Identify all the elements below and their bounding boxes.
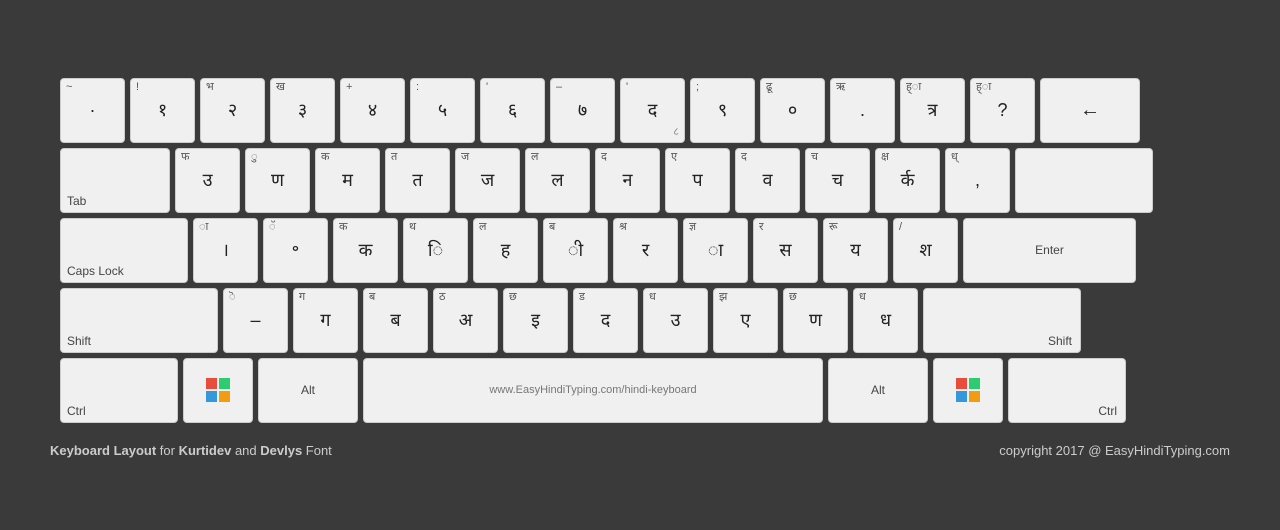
key-tilde[interactable]: ~ · (60, 78, 125, 143)
key-bracket-r[interactable]: क्ष र्क (875, 148, 940, 213)
key-h[interactable]: ब ी (543, 218, 608, 283)
key-0[interactable]: ढू ० (760, 78, 825, 143)
key-j[interactable]: श्र र (613, 218, 678, 283)
key-z[interactable]: ॆ – (223, 288, 288, 353)
key-p[interactable]: च च (805, 148, 870, 213)
key-q[interactable]: फ उ (175, 148, 240, 213)
key-e[interactable]: क म (315, 148, 380, 213)
key-period[interactable]: छ ण (783, 288, 848, 353)
key-alt-right[interactable]: Alt (828, 358, 928, 423)
key-win-left[interactable] (183, 358, 253, 423)
key-caps-lock[interactable]: Caps Lock (60, 218, 188, 283)
key-s[interactable]: ॅ ॰ (263, 218, 328, 283)
key-brace[interactable]: ध् , (945, 148, 1010, 213)
key-r[interactable]: त त (385, 148, 450, 213)
key-k[interactable]: ज्ञ ा (683, 218, 748, 283)
key-5[interactable]: : ५ (410, 78, 475, 143)
keyboard-container: ~ · ! १ भ २ ख ३ + ४ : ५ ' ६ – ७ (50, 68, 1230, 438)
key-equal[interactable]: ह्ा त्र (900, 78, 965, 143)
key-slash[interactable]: ध ध (853, 288, 918, 353)
key-f[interactable]: थ ि (403, 218, 468, 283)
key-x[interactable]: ग ग (293, 288, 358, 353)
row-4: Shift ॆ – ग ग ब ब ठ अ छ इ ड द ध उ (60, 288, 1220, 353)
footer: Keyboard Layout for Kurtidev and Devlys … (50, 438, 1230, 463)
key-space[interactable]: www.EasyHindiTyping.com/hindi-keyboard (363, 358, 823, 423)
key-t[interactable]: ज ज (455, 148, 520, 213)
key-a[interactable]: ा । (193, 218, 258, 283)
key-2[interactable]: भ २ (200, 78, 265, 143)
windows-icon-right (954, 376, 982, 404)
key-n[interactable]: ड द (573, 288, 638, 353)
key-9[interactable]: ; ९ (690, 78, 755, 143)
key-shift-right[interactable]: Shift (923, 288, 1081, 353)
key-7[interactable]: – ७ (550, 78, 615, 143)
key-tab[interactable]: Tab (60, 148, 170, 213)
key-quote[interactable]: / श (893, 218, 958, 283)
key-minus[interactable]: ऋ . (830, 78, 895, 143)
row-3: Caps Lock ा । ॅ ॰ क क थ ि ल ह ब ी श्र र (60, 218, 1220, 283)
key-d[interactable]: क क (333, 218, 398, 283)
footer-right: copyright 2017 @ EasyHindiTyping.com (999, 443, 1230, 458)
key-l[interactable]: र स (753, 218, 818, 283)
key-backspace[interactable]: ← (1040, 78, 1140, 143)
key-6[interactable]: ' ६ (480, 78, 545, 143)
key-shift-left[interactable]: Shift (60, 288, 218, 353)
key-u[interactable]: द न (595, 148, 660, 213)
key-i[interactable]: ए प (665, 148, 730, 213)
key-o[interactable]: द व (735, 148, 800, 213)
row-1: ~ · ! १ भ २ ख ३ + ४ : ५ ' ६ – ७ (60, 78, 1220, 143)
key-alt-left[interactable]: Alt (258, 358, 358, 423)
footer-left: Keyboard Layout for Kurtidev and Devlys … (50, 443, 332, 458)
key-bracket-l[interactable]: ह्ा ? (970, 78, 1035, 143)
key-b[interactable]: छ इ (503, 288, 568, 353)
key-8[interactable]: ' द ८ (620, 78, 685, 143)
key-1[interactable]: ! १ (130, 78, 195, 143)
row-2: Tab फ उ ु ण क म त त ज ज ल ल द न (60, 148, 1220, 213)
key-w[interactable]: ु ण (245, 148, 310, 213)
key-semicolon[interactable]: रू य (823, 218, 888, 283)
key-ctrl-left[interactable]: Ctrl (60, 358, 178, 423)
key-g[interactable]: ल ह (473, 218, 538, 283)
key-win-right[interactable] (933, 358, 1003, 423)
key-c[interactable]: ब ब (363, 288, 428, 353)
key-enter-large[interactable]: Enter (963, 218, 1136, 283)
row-5: Ctrl Alt www.EasyHindiTyping.com/hindi-k… (60, 358, 1220, 423)
key-enter[interactable] (1015, 148, 1153, 213)
key-3[interactable]: ख ३ (270, 78, 335, 143)
key-ctrl-right[interactable]: Ctrl (1008, 358, 1126, 423)
key-4[interactable]: + ४ (340, 78, 405, 143)
key-comma[interactable]: झ ए (713, 288, 778, 353)
key-m[interactable]: ध उ (643, 288, 708, 353)
key-v[interactable]: ठ अ (433, 288, 498, 353)
key-y[interactable]: ल ल (525, 148, 590, 213)
windows-icon-left (204, 376, 232, 404)
